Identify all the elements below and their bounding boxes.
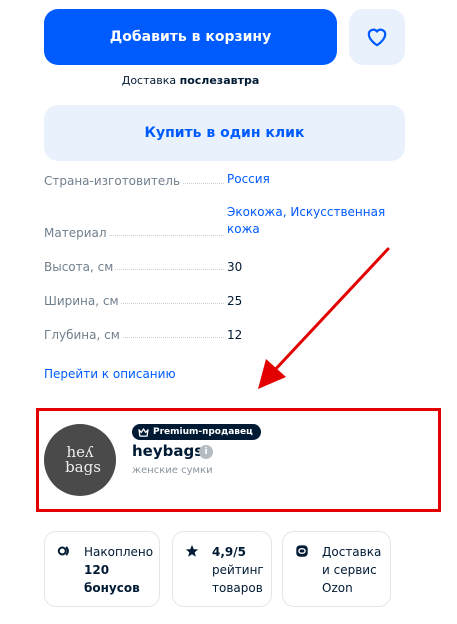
chip-line: Накоплено: [84, 545, 154, 559]
annotation-arrow: [258, 247, 390, 389]
premium-badge: Premium-продавец: [132, 424, 261, 440]
delivery-prefix: Доставка: [121, 74, 177, 87]
rating-chip[interactable]: 4,9/5 рейтинг товаров: [172, 531, 272, 607]
chip-text: Накоплено 120 бонусов: [84, 543, 153, 597]
spec-key: Ширина, см: [44, 294, 121, 308]
spec-value: 12: [227, 328, 243, 342]
chip-line: товаров: [212, 581, 263, 595]
ozon-icon: [296, 545, 308, 557]
spec-key: Страна-изготовитель: [44, 174, 183, 188]
chip-line: и сервис: [322, 563, 377, 577]
chip-line-bold: 4,9/5: [212, 545, 246, 559]
delivery-info: Доставка послезавтра: [44, 74, 337, 87]
buy-one-click-button[interactable]: Купить в один клик: [44, 105, 405, 161]
seller-logo-line: bags: [65, 458, 101, 476]
premium-badge-label: Premium-продавец: [153, 427, 253, 437]
bonus-icon: [57, 546, 69, 556]
add-to-cart-button[interactable]: Добавить в корзину: [44, 9, 337, 65]
chip-line-bold: 120: [84, 563, 110, 577]
spec-value-link[interactable]: Россия: [227, 171, 397, 188]
spec-key: Высота, см: [44, 260, 116, 274]
info-icon[interactable]: i: [199, 445, 213, 459]
spec-key: Глубина, см: [44, 328, 122, 342]
seller-name: heybags: [132, 442, 204, 460]
crown-icon: [138, 427, 149, 437]
star-icon: [185, 544, 199, 557]
heart-icon: [367, 28, 387, 47]
delivery-date: послезавтра: [179, 74, 260, 87]
add-to-cart-label: Добавить в корзину: [109, 29, 272, 45]
chip-line: Доставка: [322, 545, 382, 559]
favorite-button[interactable]: [349, 9, 405, 65]
spec-value: 30: [227, 260, 243, 274]
spec-value: 25: [227, 294, 243, 308]
go-to-description-link[interactable]: Перейти к описанию: [44, 367, 176, 381]
spec-row-material: Материал Экокожа, Искусственная кожа: [44, 205, 405, 240]
chip-line-bold: бонусов: [84, 581, 140, 595]
seller-logo: heʎ bags: [44, 424, 116, 496]
chip-line: рейтинг: [212, 563, 264, 577]
spec-row-country: Страна-изготовитель Россия: [44, 170, 405, 188]
spec-key: Материал: [44, 226, 109, 240]
seller-card[interactable]: heʎ bags Premium-продавец heybags i женс…: [44, 422, 404, 500]
chip-line: Ozon: [322, 581, 353, 595]
buy-one-click-label: Купить в один клик: [144, 125, 305, 141]
seller-subtitle: женские сумки: [132, 465, 213, 476]
chip-text: 4,9/5 рейтинг товаров: [212, 543, 264, 597]
bonus-chip[interactable]: Накоплено 120 бонусов: [44, 531, 160, 607]
ozon-service-chip[interactable]: Доставка и сервис Ozon: [282, 531, 391, 607]
spec-value-link[interactable]: Экокожа, Искусственная кожа: [227, 204, 397, 238]
chip-text: Доставка и сервис Ozon: [322, 543, 381, 597]
